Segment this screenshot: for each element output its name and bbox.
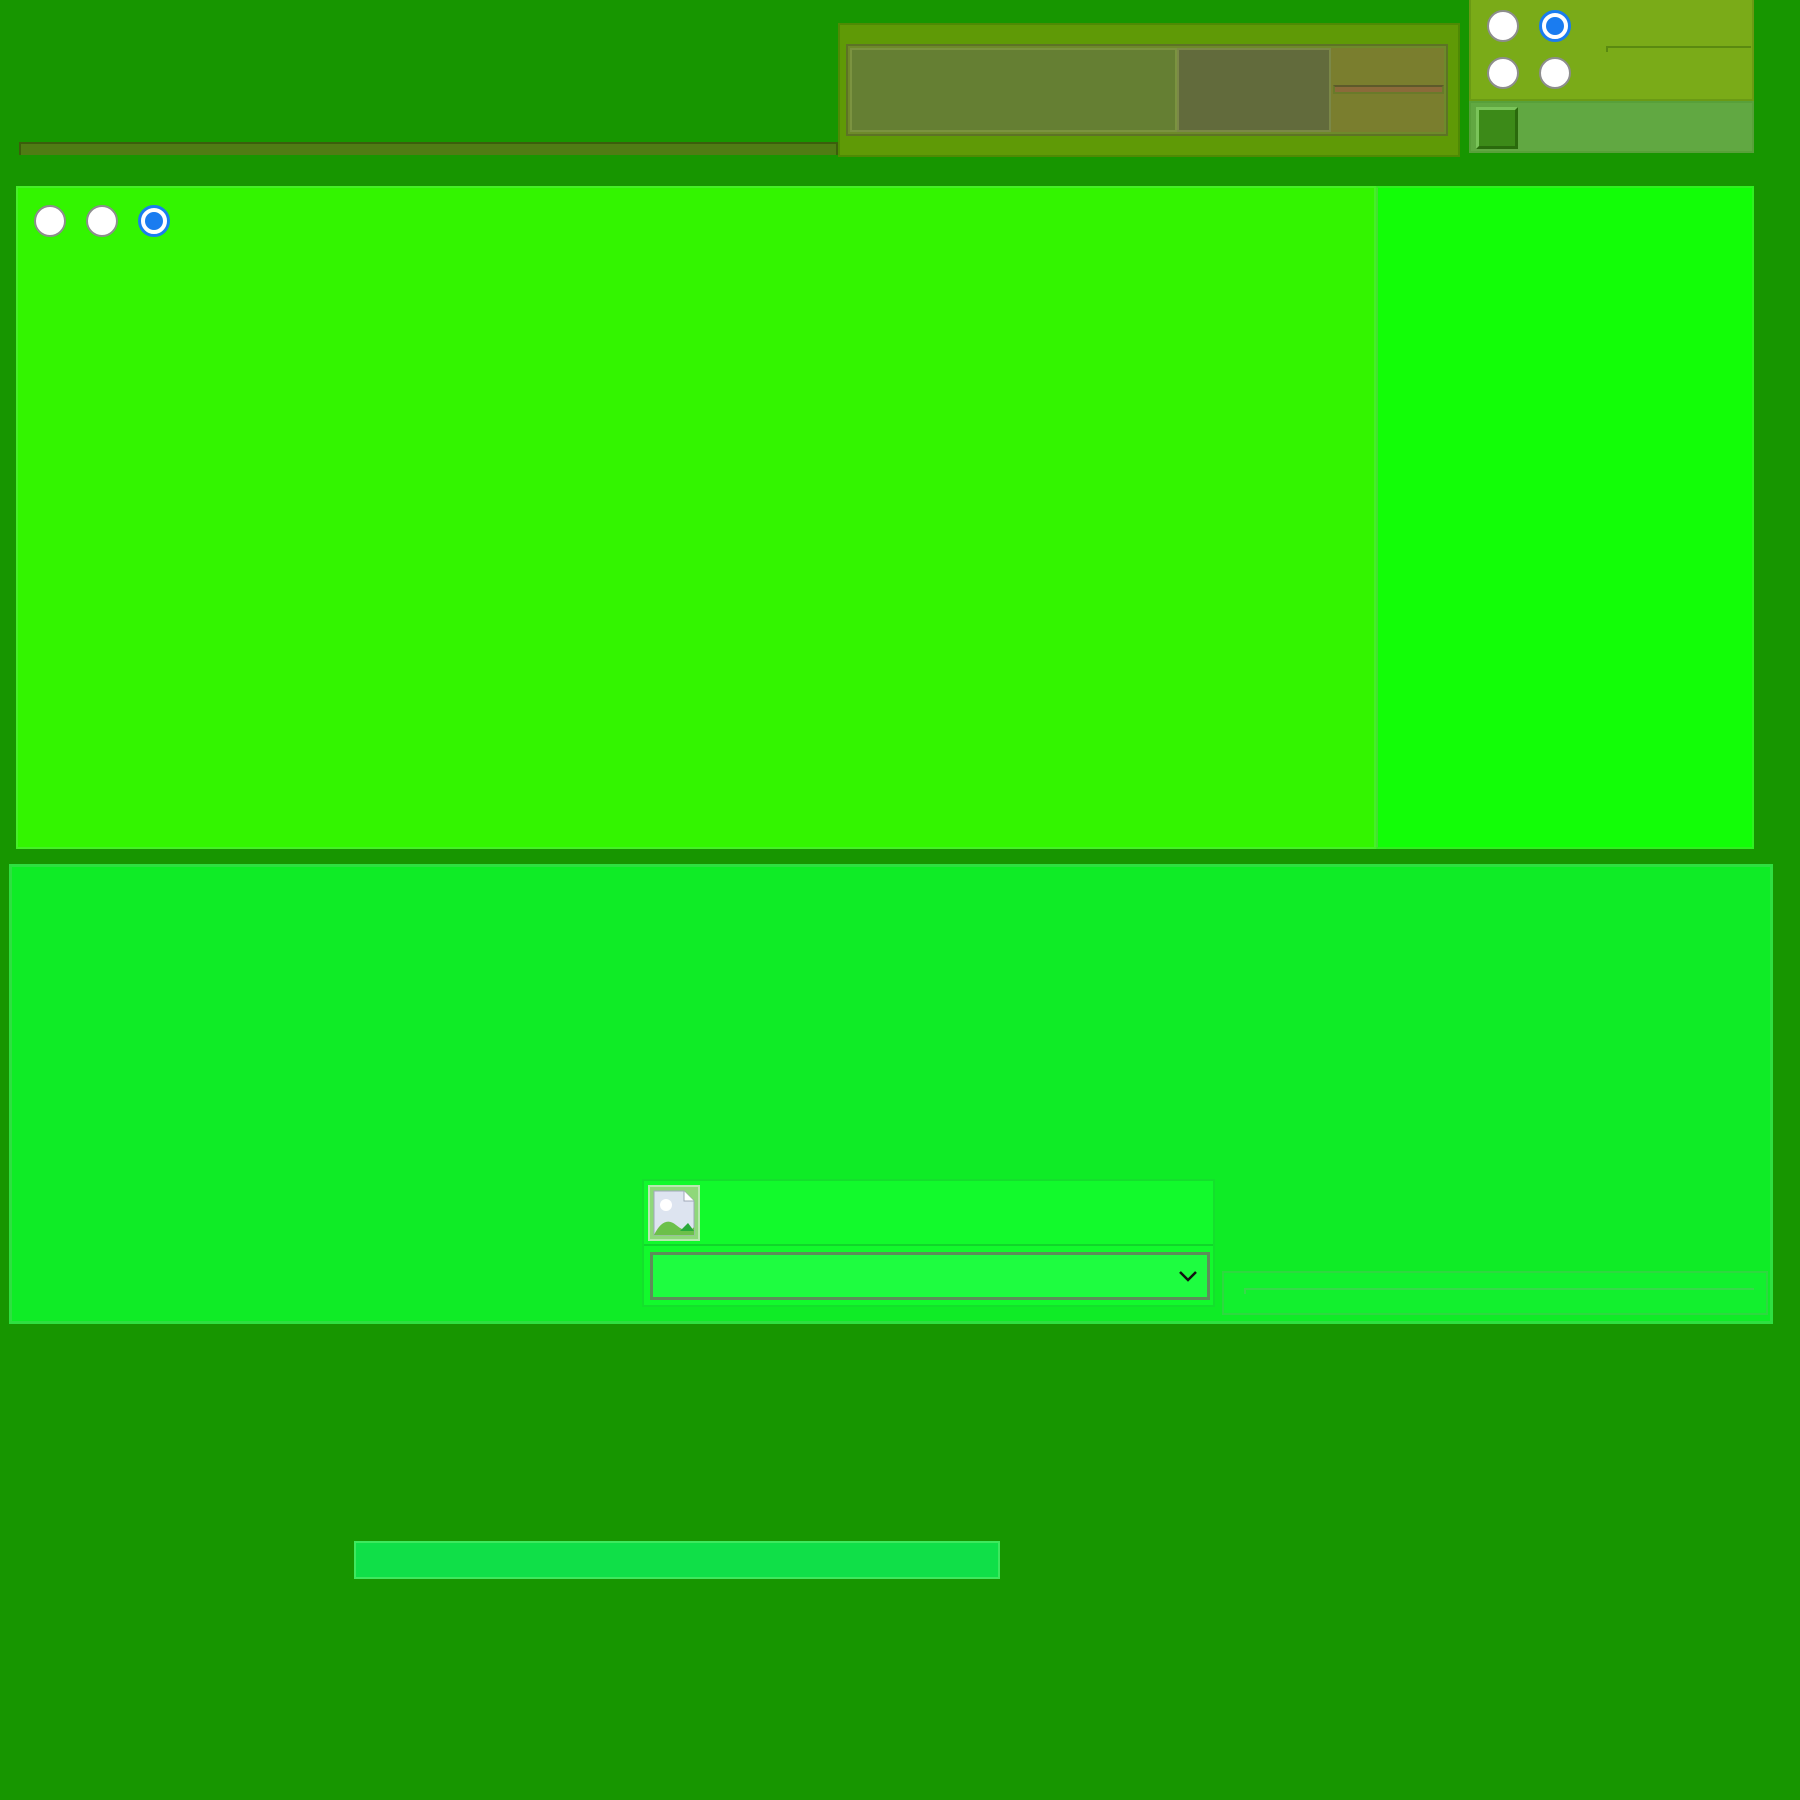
toolbar-slider[interactable] (1333, 85, 1444, 94)
toolbar-cell-medium[interactable] (1177, 48, 1331, 132)
text-field[interactable] (1222, 1271, 1768, 1315)
toolbar-group (846, 44, 1448, 136)
main-radio-3[interactable] (138, 205, 170, 237)
option-radio-3[interactable] (1487, 57, 1519, 89)
select-dropdown[interactable] (650, 1252, 1210, 1300)
toolbar-cell-wide[interactable] (850, 48, 1177, 132)
top-left-strip (19, 142, 838, 155)
main-radio-1[interactable] (34, 205, 66, 237)
divider-line (1606, 46, 1751, 52)
bottom-bar[interactable] (354, 1541, 1000, 1579)
main-content-area (16, 186, 1376, 849)
option-radio-1[interactable] (1487, 10, 1519, 42)
top-right-options-panel (1469, 0, 1754, 101)
media-selector-box (642, 1179, 1215, 1307)
image-icon[interactable] (648, 1185, 700, 1241)
toolbar-cell-slider-area (1331, 48, 1444, 132)
slider-handle[interactable] (1476, 107, 1518, 149)
field-inner-line (1244, 1288, 1754, 1294)
lower-panel (9, 864, 1773, 1324)
box-divider (644, 1244, 1213, 1246)
top-toolbar-panel (838, 23, 1460, 157)
option-radio-2[interactable] (1539, 10, 1571, 42)
option-radio-4[interactable] (1539, 57, 1571, 89)
main-radio-2[interactable] (86, 205, 118, 237)
side-panel (1376, 186, 1754, 849)
chevron-down-icon (1179, 1271, 1197, 1282)
top-right-slider-track[interactable] (1469, 101, 1754, 153)
